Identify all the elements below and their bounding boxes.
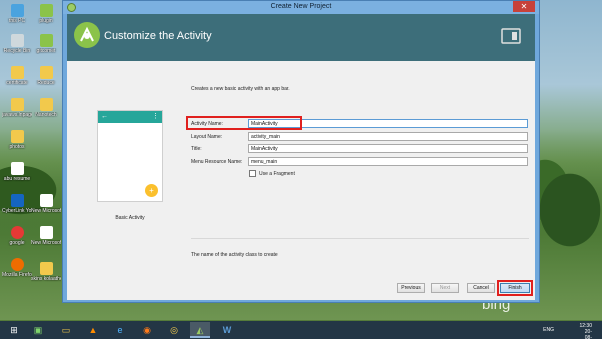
title-label: Title: [191, 146, 202, 152]
taskbar: ⊞ ▣ ▭ ▲ e ◉ ◎ ◭ W ENG 12:30 20-08-2017 [0, 321, 602, 339]
preview-app-bar: ← ⋮ [98, 111, 162, 123]
folder-icon [10, 130, 24, 143]
dialog-client-area: Customize the Activity ← ⋮ + Basic Activ… [67, 14, 535, 300]
folder-icon [39, 66, 53, 79]
desktop-icon[interactable]: Mozilla Firefox [2, 258, 32, 278]
overflow-menu-icon: ⋮ [152, 113, 159, 120]
firefox-icon [10, 258, 24, 271]
create-project-dialog: Create New Project ✕ Customize the Activ… [62, 0, 540, 303]
clock[interactable]: 12:30 20-08-2017 [579, 323, 592, 339]
chrome-icon[interactable]: ◎ [164, 322, 184, 338]
firefox-icon[interactable]: ◉ [137, 322, 157, 338]
desktop-icon[interactable]: abu resume [2, 162, 32, 182]
language-indicator[interactable]: ENG [543, 327, 554, 333]
document-icon [39, 226, 53, 239]
android-icon [39, 4, 53, 17]
fab-icon: + [145, 184, 158, 197]
close-button[interactable]: ✕ [513, 1, 535, 12]
desktop-icon[interactable]: Reduce [31, 66, 61, 86]
vlc-icon[interactable]: ▲ [83, 322, 103, 338]
document-icon [39, 194, 53, 207]
use-fragment-label[interactable]: Use a Fragment [259, 171, 295, 177]
back-arrow-icon: ← [101, 113, 108, 120]
file-explorer-icon[interactable]: ▭ [56, 322, 76, 338]
desktop-icon[interactable]: New Microsoft [31, 194, 61, 214]
document-icon [10, 162, 24, 175]
computer-icon [10, 4, 24, 17]
window-title: Create New Project [270, 3, 332, 10]
chrome-icon [10, 226, 24, 239]
start-button[interactable]: ⊞ [4, 322, 24, 338]
store-icon[interactable]: ▣ [28, 322, 48, 338]
activity-preview: ← ⋮ + [97, 110, 163, 202]
wizard-content: ← ⋮ + Basic Activity Creates a new basic… [67, 61, 535, 300]
wizard-banner: Customize the Activity [67, 14, 535, 61]
activity-name-highlight [186, 116, 302, 130]
help-text: The name of the activity class to create [191, 252, 278, 258]
desktop-icon[interactable]: google [2, 226, 32, 246]
desktop-icon[interactable]: Recycle Bin [2, 34, 32, 54]
divider [191, 238, 529, 239]
menu-resource-input[interactable] [248, 157, 528, 166]
desktop-icon[interactable]: certificate [2, 66, 32, 86]
folder-icon [39, 98, 53, 111]
folder-icon [10, 98, 24, 111]
recycle-bin-icon [10, 34, 24, 47]
internet-explorer-icon[interactable]: e [110, 322, 130, 338]
desktop-icon[interactable]: skins kolaathey [31, 262, 61, 282]
template-label: Basic Activity [115, 215, 145, 221]
page-title: Customize the Activity [104, 30, 212, 42]
camera-icon [10, 194, 24, 207]
title-input[interactable] [248, 144, 528, 153]
android-studio-icon [74, 22, 100, 48]
next-button[interactable]: Next [431, 283, 459, 293]
folder-icon [39, 262, 53, 275]
menu-resource-label: Menu Resource Name: [191, 159, 243, 165]
desktop-icon[interactable]: CyberLink YouCam 5 [2, 194, 32, 214]
desktop-icon[interactable]: this PC [2, 4, 32, 24]
folder-icon [10, 66, 24, 79]
desktop-icon[interactable]: Nanotech [31, 98, 61, 118]
desktop-icon[interactable]: New Microsoft [31, 226, 61, 246]
word-icon[interactable]: W [217, 322, 237, 338]
android-icon [39, 34, 53, 47]
android-studio-icon[interactable]: ◭ [190, 322, 210, 338]
desktop-icon[interactable]: javaws.lnpage [2, 98, 32, 118]
layout-name-input[interactable] [248, 132, 528, 141]
cancel-button[interactable]: Cancel [467, 283, 495, 293]
template-description: Creates a new basic activity with an app… [191, 86, 290, 92]
tablet-icon [499, 26, 523, 46]
clock-date: 20-08-2017 [584, 329, 592, 339]
finish-highlight [497, 280, 533, 296]
layout-name-label: Layout Name: [191, 134, 223, 140]
desktop-icon[interactable]: photos [2, 130, 32, 150]
previous-button[interactable]: Previous [397, 283, 425, 293]
title-bar[interactable]: Create New Project ✕ [63, 1, 539, 14]
desktop-icon[interactable]: gitcomet [31, 34, 61, 54]
use-fragment-checkbox[interactable] [249, 170, 256, 177]
desktop-icon[interactable]: plugin [31, 4, 61, 24]
